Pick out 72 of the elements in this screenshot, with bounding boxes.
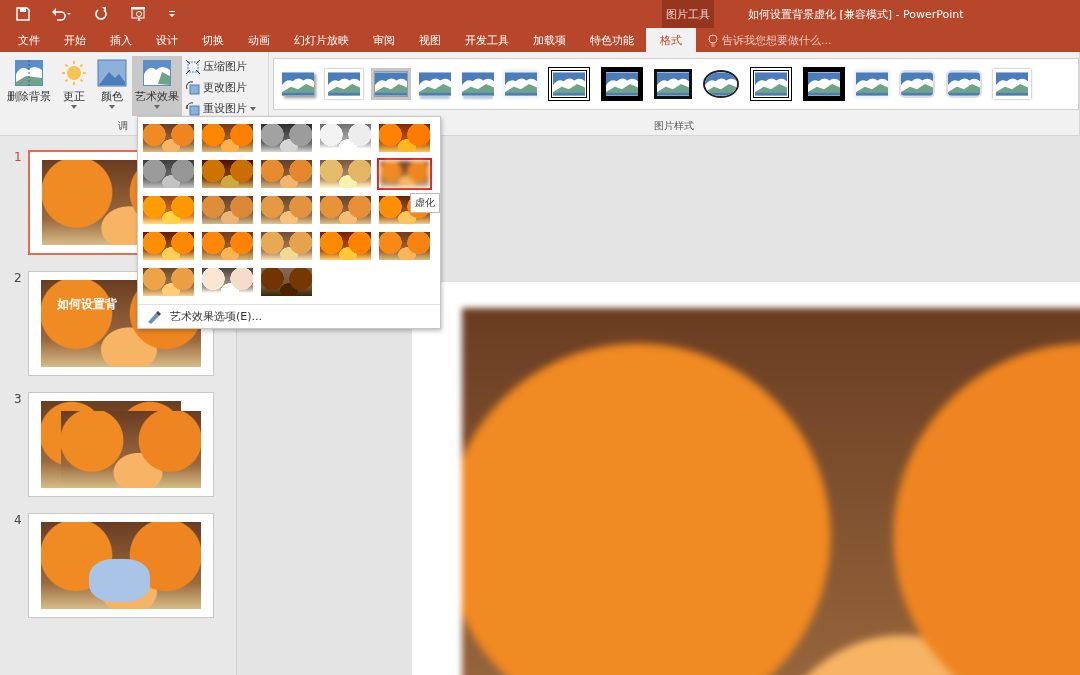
ribbon-button[interactable]: 颜色 [94,56,130,116]
context-tab-label: 图片工具 [662,0,714,28]
effect-option[interactable] [200,122,255,154]
effect-option[interactable] [141,266,196,298]
effect-option[interactable] [200,194,255,226]
ribbon-tab[interactable]: 审阅 [361,28,407,52]
save-icon[interactable] [16,7,30,21]
picture-icon [14,58,44,88]
effect-option[interactable] [318,158,373,190]
effect-option[interactable] [318,194,373,226]
ribbon-small-button[interactable]: 更改图片 [184,78,258,97]
ribbon-tab[interactable]: 格式 [646,28,696,52]
ribbon-small-button[interactable]: 压缩图片 [184,57,258,76]
tooltip: 虚化 [410,193,440,213]
slide-thumbnail[interactable] [28,392,214,497]
picture-icon [142,58,172,88]
ribbon-tab[interactable]: 特色功能 [578,28,646,52]
ribbon-button[interactable]: 删除背景 [4,56,54,116]
effect-option[interactable] [141,194,196,226]
change-picture-icon [186,80,200,95]
picture-style-option[interactable] [545,64,593,104]
effect-option[interactable] [259,158,314,190]
effect-option[interactable] [200,230,255,262]
effect-option[interactable] [318,230,373,262]
picture-style-option[interactable] [747,64,795,104]
slide-number: 1 [14,150,22,166]
brush-icon [146,309,162,324]
ribbon-tab[interactable]: 幻灯片放映 [282,28,361,52]
ribbon-tab[interactable]: 插入 [98,28,144,52]
group-label: 调 [118,120,128,131]
picture-style-option[interactable] [598,64,646,104]
window-title: 如何设置背景虚化 [兼容模式] - PowerPoint [748,6,964,22]
undo-icon[interactable] [52,7,72,21]
ribbon-tab[interactable]: 动画 [236,28,282,52]
group-label: 图片样式 [654,120,694,131]
menu-item[interactable]: 艺术效果选项(E)... [138,304,440,328]
slide-thumbnail[interactable] [28,513,214,618]
ribbon-tab[interactable]: 加载项 [521,28,578,52]
ribbon-small-button[interactable]: 重设图片 [184,99,258,118]
redo-icon[interactable] [94,7,108,21]
customize-caret-icon[interactable] [168,10,176,18]
ribbon-tab[interactable]: 文件 [6,28,52,52]
picture-icon [97,58,127,88]
effect-option[interactable] [377,230,432,262]
slide-number: 3 [14,392,22,408]
ribbon-tab[interactable]: 设计 [144,28,190,52]
slide-number: 2 [14,271,22,287]
effect-option[interactable] [141,158,196,190]
slide-title: 如何设置背 [57,296,117,313]
ribbon-tab[interactable]: 开始 [52,28,98,52]
effect-option[interactable] [377,122,432,154]
effect-option[interactable] [141,230,196,262]
slide-number: 4 [14,513,22,529]
effect-option[interactable] [200,158,255,190]
slideshow-icon[interactable] [130,6,146,22]
effect-option[interactable] [141,122,196,154]
compress-icon [186,59,200,74]
picture-style-option[interactable] [651,66,695,102]
tell-me-field[interactable]: 告诉我您想要做什么... [722,32,832,48]
ribbon-button[interactable]: 更正 [56,56,92,116]
effect-option[interactable] [259,230,314,262]
effect-option[interactable] [259,266,314,298]
ribbon-tab[interactable]: 视图 [407,28,453,52]
sun-icon [59,58,89,88]
effect-option[interactable] [259,194,314,226]
effect-option[interactable] [259,122,314,154]
reset-picture-icon [186,101,200,116]
ribbon-button[interactable]: 艺术效果 [132,56,182,116]
picture-style-option[interactable] [800,64,848,104]
ribbon-tab[interactable]: 切换 [190,28,236,52]
lightbulb-icon [708,33,718,47]
ribbon-tab[interactable]: 开发工具 [453,28,521,52]
